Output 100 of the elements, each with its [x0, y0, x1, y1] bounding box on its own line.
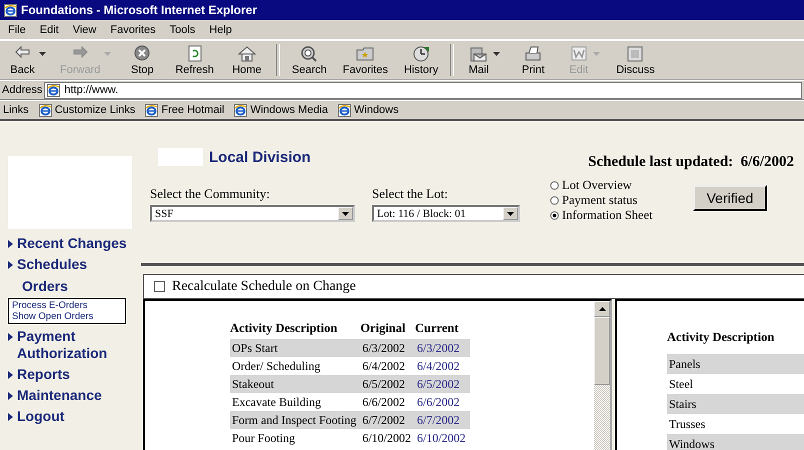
nav-link[interactable]: Logout [17, 408, 64, 425]
stop-icon [132, 44, 152, 62]
table-cell: 6/7/2002 [360, 411, 415, 429]
table-cell: 6/5/2002 [415, 375, 470, 393]
radio-label: Information Sheet [562, 208, 653, 222]
browser-logo-icon [4, 4, 17, 16]
menu-item[interactable]: Edit [34, 22, 65, 38]
toolbar-button[interactable]: Search [284, 44, 335, 76]
mail-icon [468, 44, 489, 62]
bullet-arrow-icon [8, 240, 13, 248]
bullet-arrow-icon [8, 371, 13, 379]
table-cell: Stakeout [230, 375, 360, 393]
menu-item[interactable]: Favorites [104, 22, 162, 38]
column-header: Activity Description [667, 330, 776, 346]
table-cell: Windows [667, 434, 804, 450]
radio-label: Lot Overview [562, 178, 632, 192]
up-arrow-icon[interactable] [598, 307, 606, 311]
table-cell-text: Order/ Scheduling [231, 358, 322, 375]
search-icon [299, 44, 320, 62]
folder-icon [355, 44, 376, 62]
nav-link[interactable]: Recent Changes [17, 235, 127, 252]
submenu-link[interactable]: Show Open Orders [12, 311, 122, 322]
link-item[interactable]: Windows Media [250, 104, 328, 116]
last-updated-text: Schedule last updated: 6/6/2002 [588, 154, 794, 170]
nav-link[interactable]: Schedules [17, 256, 88, 273]
clock-icon [411, 44, 432, 62]
table-cell: 6/3/2002 [415, 339, 470, 357]
browser-logo-icon [234, 104, 248, 116]
menu-item[interactable]: Tools [164, 22, 202, 38]
table-cell: Stairs [667, 394, 804, 414]
printer-icon [523, 44, 544, 62]
table-cell-text: 6/6/2002 [361, 394, 406, 410]
bullet-arrow-icon [8, 413, 13, 421]
table-cell-text: 6/6/2002 [416, 394, 461, 410]
scrollbar[interactable] [594, 301, 610, 450]
home-icon [236, 44, 257, 62]
division-title: Local Division [209, 148, 312, 166]
browser-logo-icon [145, 104, 158, 116]
toolbar-button[interactable]: Favorites [334, 44, 396, 76]
checkbox[interactable] [154, 281, 165, 292]
caret-icon [507, 212, 514, 216]
bullet-arrow-icon [8, 333, 13, 341]
browser-logo-icon [38, 104, 52, 116]
checkbox-label: Recalculate Schedule on Change [172, 278, 356, 294]
table-cell: OPs Start [230, 339, 360, 357]
table-cell-text: 6/4/2002 [361, 358, 406, 374]
select-label: Select the Community: [150, 186, 271, 202]
nav-link[interactable]: Payment Authorization [17, 328, 141, 362]
document-icon [568, 44, 589, 62]
caret-icon[interactable] [492, 52, 500, 56]
links-label: Links [3, 104, 29, 116]
link-item[interactable]: Windows [354, 104, 399, 116]
toolbar-button[interactable]: Back [2, 44, 52, 76]
browser-logo-icon [47, 84, 60, 96]
table-cell-text: 6/10/2002 [361, 430, 412, 446]
bullet-arrow-icon [8, 261, 13, 269]
radio-label: Payment status [562, 193, 638, 207]
toolbar-button[interactable]: Stop [117, 44, 168, 76]
toolbar-button[interactable]: Home [222, 44, 272, 76]
column-header: Original [360, 320, 406, 337]
radio-button[interactable] [550, 196, 559, 204]
bullet-arrow-icon [8, 392, 13, 400]
menu-item[interactable]: View [66, 22, 102, 38]
toolbar-button[interactable]: History [396, 44, 446, 76]
menu-item[interactable]: Help [203, 22, 238, 38]
table-cell-text: Steel [668, 376, 694, 393]
link-item[interactable]: Free Hotmail [161, 104, 224, 116]
table-cell: 6/3/2002 [360, 339, 415, 357]
column-header: Activity Description [230, 320, 338, 337]
address-field[interactable]: http://www. [44, 82, 802, 98]
table-cell-text: Trusses [668, 416, 706, 433]
table-cell-text: 6/4/2002 [416, 358, 461, 374]
nav-heading[interactable]: Orders [8, 278, 141, 294]
caret-icon[interactable] [38, 52, 46, 56]
table-cell: Panels [667, 354, 804, 374]
column-header: Current [415, 320, 460, 336]
table-cell-text: Pour Footing [231, 430, 296, 447]
select-label: Select the Lot: [372, 186, 449, 202]
verified-button[interactable]: Verified [692, 185, 768, 211]
community-select[interactable]: SSF [150, 205, 355, 222]
radio-button[interactable] [550, 180, 559, 190]
window-title: Foundations - Microsoft Internet Explorer [21, 3, 258, 17]
link-item[interactable]: Customize Links [54, 104, 136, 116]
submenu-link[interactable]: Process E-Orders [12, 300, 122, 311]
discuss-icon [625, 44, 646, 62]
radio-button[interactable] [550, 210, 559, 220]
toolbar-button[interactable]: Discuss [608, 44, 663, 76]
toolbar-button[interactable]: Mail [458, 44, 508, 76]
nav-link[interactable]: Maintenance [17, 387, 102, 404]
table-cell: 6/5/2002 [360, 375, 415, 393]
caret-icon [342, 212, 349, 216]
toolbar-button[interactable]: Print [508, 44, 558, 76]
toolbar-button[interactable]: Refresh [167, 44, 222, 76]
table-cell: 6/7/2002 [415, 411, 470, 429]
nav-link[interactable]: Reports [17, 366, 70, 383]
table-cell-text: Excavate Building [231, 394, 322, 411]
lot-select[interactable]: Lot: 116 / Block: 01 [372, 205, 520, 222]
menu-item[interactable]: File [2, 22, 32, 38]
browser-logo-icon [338, 104, 351, 116]
table-cell: Form and Inspect Footing [230, 411, 360, 429]
